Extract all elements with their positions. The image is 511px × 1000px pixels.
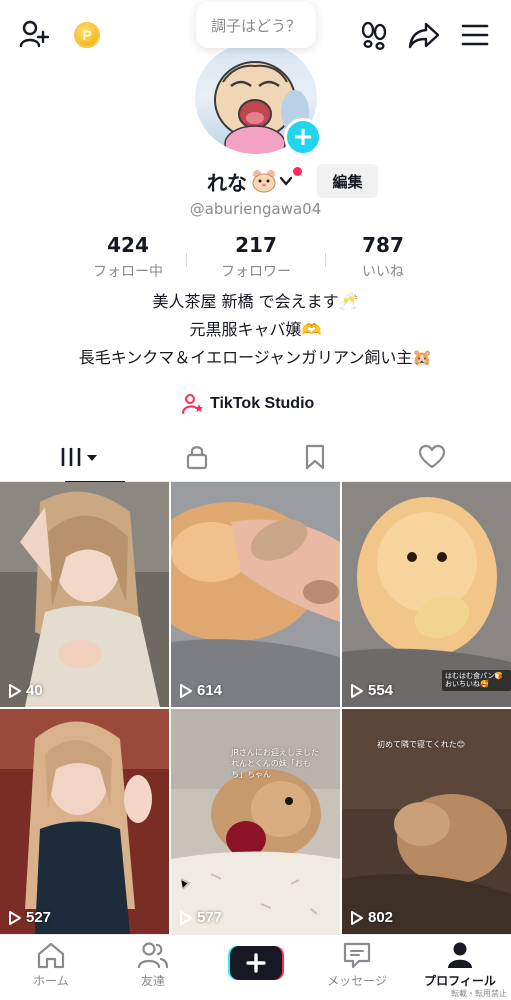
video-thumbnail[interactable]: 40: [0, 482, 169, 707]
view-count: 614: [179, 682, 222, 699]
bookmark-icon: [305, 444, 324, 470]
nav-home-label: ホーム: [33, 974, 69, 988]
video-thumbnail-image: [171, 482, 340, 707]
view-count-text: 554: [368, 682, 394, 699]
studio-label: TikTok Studio: [210, 395, 315, 412]
notification-dot: [293, 167, 302, 176]
menu-button[interactable]: [459, 19, 491, 51]
tiktok-studio-link[interactable]: TikTok Studio: [182, 392, 314, 416]
video-caption: JRさんにお迎えしました れんとくんの妹「おもち」ちゃん: [231, 748, 319, 779]
stat-likes-count: 787: [362, 233, 404, 257]
play-icon: [9, 683, 21, 698]
add-story-button[interactable]: +: [284, 118, 322, 156]
stat-likes-label: いいね: [362, 264, 404, 280]
view-count-text: 802: [368, 909, 394, 926]
video-thumbnail-image: [0, 709, 169, 934]
play-icon: [180, 910, 192, 925]
stat-following-label: フォロー中: [93, 264, 163, 280]
person-plus-icon: [19, 20, 49, 48]
mood-prompt-bubble[interactable]: 調子はどう？: [196, 2, 316, 48]
studio-person-star-icon: [182, 394, 203, 414]
view-count-text: 527: [26, 909, 52, 926]
tab-liked[interactable]: [368, 432, 495, 482]
share-button[interactable]: [408, 19, 440, 51]
video-thumbnail[interactable]: はむはむ食パン🍞 おいちいね🥰 554: [342, 482, 511, 707]
video-caption: 初めて隣で寝てくれた😊: [377, 740, 466, 749]
share-arrow-icon: [408, 22, 440, 49]
nav-home[interactable]: ホーム: [0, 941, 102, 997]
bio-line: 元黒服キャバ嬢🫶: [189, 320, 322, 339]
footprints-button[interactable]: [358, 19, 390, 51]
plus-icon: +: [292, 122, 314, 152]
nav-profile-label: プロフィール: [424, 974, 496, 988]
view-count: 554: [350, 682, 393, 699]
stat-followers-count: 217: [235, 233, 277, 257]
stat-followers[interactable]: 217 フォロワー: [191, 233, 321, 281]
hamster-emoji-icon: [252, 170, 276, 193]
video-thumbnail[interactable]: 初めて隣で寝てくれた😊 802: [342, 709, 511, 934]
profile-handle: @aburiengawa04: [189, 200, 322, 218]
bottom-navigation: ホーム 友達 メッセージ プロフィール 転載・転用禁止: [0, 934, 511, 1000]
view-count-text: 577: [197, 909, 223, 926]
video-thumbnail[interactable]: 614: [171, 482, 340, 707]
nav-messages-label: メッセージ: [327, 974, 387, 988]
play-icon: [351, 910, 363, 925]
edit-profile-button[interactable]: 編集: [317, 164, 378, 198]
content-tabs: [0, 432, 511, 483]
video-grid: 40 614 はむはむ食パン🍞 おいちいね🥰 554 527 JRさんにお迎えし…: [0, 482, 511, 934]
view-count: 802: [350, 909, 393, 926]
stat-likes[interactable]: 787 いいね: [318, 233, 448, 281]
nav-friends-label: 友達: [140, 974, 165, 988]
video-thumbnail[interactable]: 527: [0, 709, 169, 934]
create-button[interactable]: [228, 946, 284, 980]
stat-following[interactable]: 424 フォロー中: [63, 233, 193, 281]
profile-bio: 美人茶屋 新橋 で会えます🥂 元黒服キャバ嬢🫶 長毛キンクマ＆イエロージャンガリ…: [0, 288, 511, 372]
account-switch-chevron-icon[interactable]: [279, 172, 293, 191]
coin-icon[interactable]: P: [74, 22, 100, 48]
profile-stats: 424 フォロー中 217 フォロワー 787 いいね: [0, 233, 511, 283]
play-icon: [351, 683, 363, 698]
hamburger-menu-icon: [461, 24, 489, 46]
view-count: 40: [8, 682, 43, 699]
bio-line: 美人茶屋 新橋 で会えます🥂: [152, 292, 359, 311]
stat-followers-label: フォロワー: [221, 264, 291, 280]
play-icon: [9, 910, 21, 925]
stat-divider: [186, 253, 187, 267]
view-count: 577: [179, 909, 222, 926]
play-icon: [180, 683, 192, 698]
tab-private[interactable]: [133, 432, 260, 482]
coin-label: P: [82, 27, 92, 43]
lock-icon: [186, 446, 207, 470]
video-caption: はむはむ食パン🍞 おいちいね🥰: [442, 670, 511, 691]
videos-grid-icon: [61, 446, 97, 466]
add-friend-button[interactable]: [18, 18, 50, 50]
view-count-text: 614: [197, 682, 223, 699]
profile-name: れな: [207, 171, 247, 195]
nav-messages[interactable]: メッセージ: [306, 941, 408, 997]
heart-icon: [418, 444, 445, 469]
nav-friends[interactable]: 友達: [102, 941, 204, 997]
video-thumbnail[interactable]: JRさんにお迎えしました れんとくんの妹「おもち」ちゃん 577: [171, 709, 340, 934]
footprints-icon: [361, 21, 387, 50]
profile-name-row: れな 編集: [0, 164, 511, 200]
create-plus-icon: [228, 946, 284, 980]
tab-favorites[interactable]: [251, 432, 378, 482]
view-count: 527: [8, 909, 51, 926]
copyright-note: 転載・転用禁止: [451, 989, 507, 998]
stat-following-count: 424: [107, 233, 149, 257]
video-thumbnail-image: [0, 482, 169, 707]
message-icon: [343, 942, 371, 969]
mood-prompt-text: 調子はどう？: [210, 16, 301, 35]
view-count-text: 40: [26, 682, 43, 699]
friends-icon: [137, 942, 169, 969]
profile-icon: [448, 942, 472, 968]
bio-line: 長毛キンクマ＆イエロージャンガリアン飼い主🐹: [78, 348, 433, 367]
home-icon: [37, 942, 65, 969]
tab-videos[interactable]: [16, 432, 143, 483]
video-thumbnail-image: [171, 709, 340, 934]
